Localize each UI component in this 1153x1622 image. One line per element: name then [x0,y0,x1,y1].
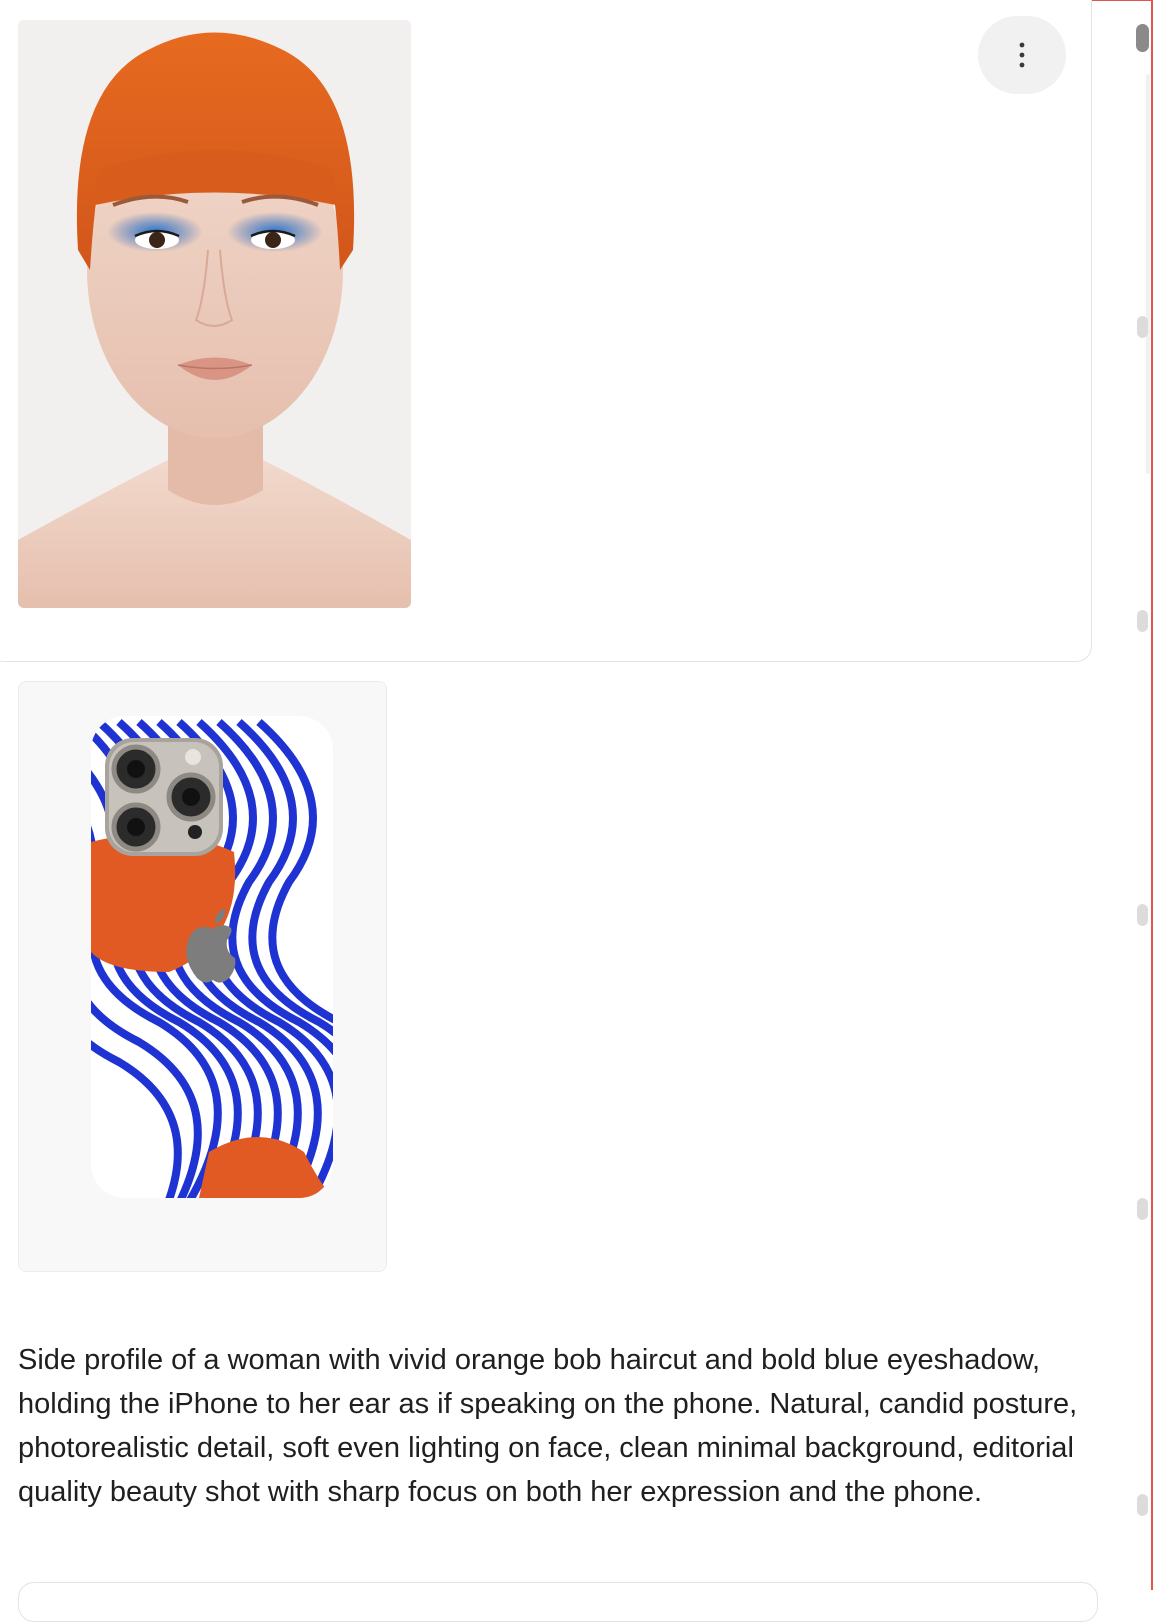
portrait-illustration [18,20,411,608]
next-message-card [18,1582,1098,1622]
scroll-marker[interactable] [1137,1494,1148,1516]
more-vertical-icon [1019,42,1025,68]
scroll-marker[interactable] [1137,1198,1148,1220]
scroll-marker[interactable] [1137,904,1148,926]
scroll-marker[interactable] [1137,316,1148,338]
portrait-image[interactable] [18,20,411,608]
scroll-marker[interactable] [1137,610,1148,632]
more-options-button[interactable] [978,16,1066,94]
phone-case-illustration [19,682,386,1271]
scroll-thumb[interactable] [1136,24,1149,52]
scroll-track [1146,74,1150,474]
prompt-text: Side profile of a woman with vivid orang… [18,1344,1078,1508]
scrollbar[interactable] [1134,14,1152,1590]
phone-case-image[interactable] [18,681,387,1272]
